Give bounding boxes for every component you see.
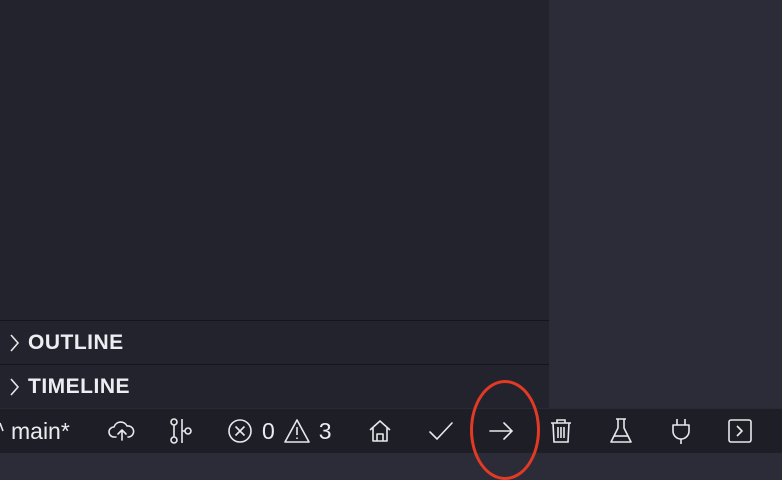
status-bar: main* 0 3 (0, 408, 782, 453)
trash-button[interactable] (546, 409, 576, 453)
sidebar-section-outline[interactable]: OUTLINE (0, 320, 549, 364)
terminal-button[interactable] (725, 409, 755, 453)
section-title: OUTLINE (28, 330, 124, 354)
chevron-right-icon (0, 321, 28, 364)
branch-name: main* (11, 417, 70, 444)
editor-area (549, 0, 782, 408)
git-graph-button[interactable] (166, 409, 196, 453)
branch-indicator[interactable]: main* (0, 409, 80, 453)
terminal-icon (726, 417, 754, 445)
section-title: TIMELINE (28, 374, 130, 398)
sidebar-section-timeline[interactable]: TIMELINE (0, 364, 549, 408)
flask-icon (608, 417, 634, 445)
check-button[interactable] (426, 409, 456, 453)
trash-icon (549, 417, 573, 445)
plug-button[interactable] (666, 409, 696, 453)
error-circle-icon (226, 417, 254, 445)
git-branch-icon (0, 409, 8, 453)
chevron-right-icon (0, 365, 28, 408)
problems-button[interactable]: 0 3 (226, 409, 336, 453)
error-count: 0 (262, 417, 275, 444)
warning-triangle-icon (283, 418, 311, 444)
cloud-upload-icon (108, 419, 136, 443)
plug-icon (670, 417, 692, 445)
warning-count: 3 (318, 417, 332, 444)
home-button[interactable] (365, 409, 395, 453)
sync-button[interactable] (106, 409, 138, 453)
flask-button[interactable] (606, 409, 636, 453)
arrow-right-icon (487, 419, 515, 443)
git-graph-icon (168, 417, 194, 445)
home-icon (367, 418, 393, 444)
check-icon (427, 419, 455, 443)
arrow-right-button[interactable] (486, 409, 516, 453)
